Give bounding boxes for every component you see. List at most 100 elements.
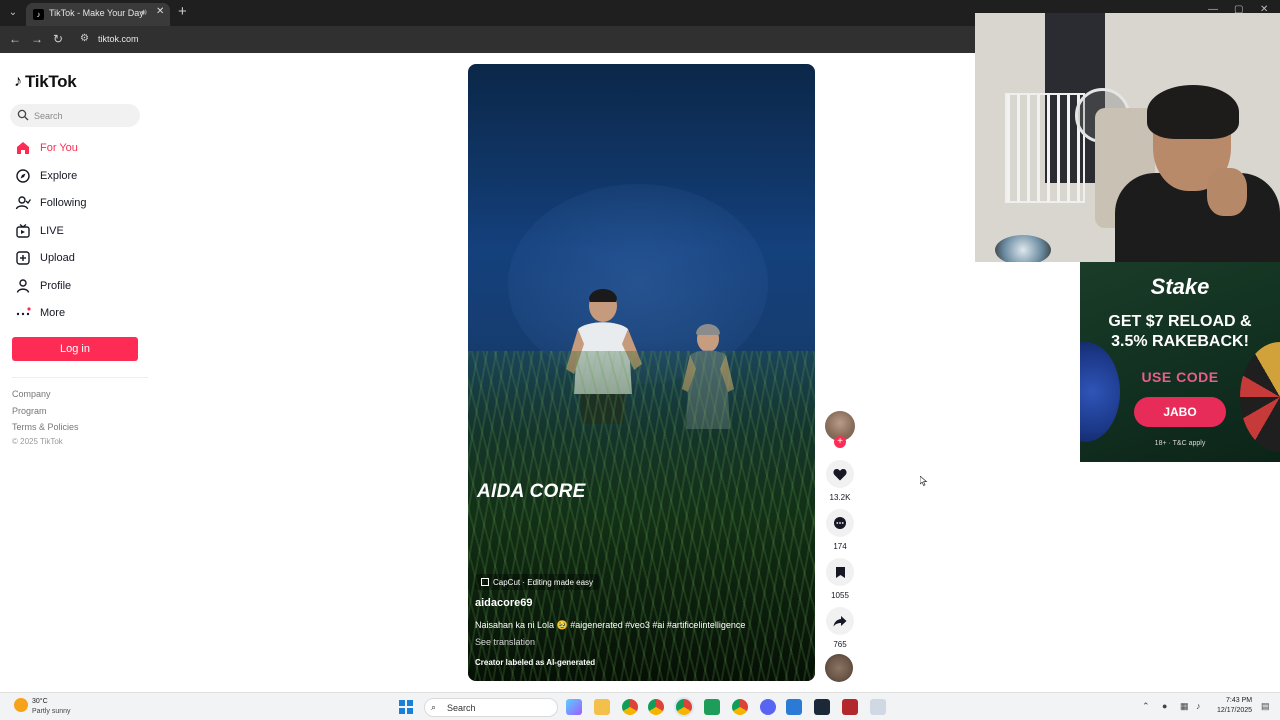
compass-icon xyxy=(14,167,32,185)
network-icon[interactable]: ▦ xyxy=(1180,701,1189,712)
nav-profile[interactable]: Profile xyxy=(14,276,71,296)
comment-count: 174 xyxy=(833,542,847,551)
windows-taskbar: 30°C Partly sunny ⌕ Search ⌃ ● ▦ ♪ 7:43 … xyxy=(0,692,1280,720)
live-icon xyxy=(14,222,32,240)
sidebar-divider xyxy=(12,377,148,378)
webcam-baby-gate xyxy=(1005,93,1085,203)
home-icon xyxy=(14,139,32,157)
footer-terms-link[interactable]: Terms & Policies xyxy=(12,422,79,432)
comment-icon xyxy=(834,517,846,529)
browser-tab-tiktok[interactable]: ♪ TikTok - Make Your Day 🔊︎ ✕ xyxy=(26,3,170,26)
profile-icon xyxy=(14,277,32,295)
nav-upload[interactable]: Upload xyxy=(14,248,75,268)
url-field[interactable]: ⚙︎ tiktok.com xyxy=(74,30,974,49)
tiktok-logo[interactable]: ♪ TikTok xyxy=(14,72,77,92)
video-overlay-title: AIDA CORE xyxy=(477,481,586,502)
weather-temperature: 30°C xyxy=(32,698,48,705)
following-icon xyxy=(14,194,32,212)
share-count: 765 xyxy=(833,640,847,649)
like-count: 13.2K xyxy=(829,493,851,502)
notification-icon[interactable]: ▤ xyxy=(1261,701,1270,712)
steam-icon[interactable] xyxy=(814,699,830,715)
reload-icon[interactable]: ↻ xyxy=(53,32,63,46)
search-icon: ⌕ xyxy=(431,702,437,712)
copyright-text: © 2025 TikTok xyxy=(12,437,63,446)
ad-headline-line2: 3.5% RAKEBACK! xyxy=(1111,333,1249,350)
clock-date[interactable]: 12/17/2025 xyxy=(1217,707,1252,714)
mouse-cursor-icon xyxy=(920,476,928,486)
like-button[interactable] xyxy=(826,460,854,488)
capcut-badge[interactable]: CapCut · Editing made easy xyxy=(475,574,600,590)
video-caption[interactable]: Naisahan ka ni Lola 🥹 #aigenerated #veo3… xyxy=(475,620,745,631)
webcam-overlay xyxy=(975,13,1280,262)
windows-logo-tile xyxy=(399,708,405,714)
webcam-streamer-hair xyxy=(1147,85,1239,139)
nav-explore[interactable]: Explore xyxy=(14,166,77,186)
back-icon[interactable]: ← xyxy=(9,32,21,46)
music-disc-icon[interactable] xyxy=(825,654,853,682)
nav-label: Following xyxy=(40,197,87,209)
weather-sun-icon[interactable] xyxy=(14,698,28,712)
chrome-active-icon[interactable] xyxy=(676,699,692,715)
see-translation-link[interactable]: See translation xyxy=(475,637,535,647)
clock-time[interactable]: 7:43 PM xyxy=(1226,697,1252,704)
nav-label: Upload xyxy=(40,252,75,264)
webcam-ring-light xyxy=(995,235,1051,262)
capcut-icon xyxy=(481,578,489,586)
forward-icon[interactable]: → xyxy=(31,32,43,46)
ad-headline: GET $7 RELOAD & 3.5% RAKEBACK! xyxy=(1080,312,1280,352)
nav-label: Profile xyxy=(40,280,72,292)
nav-following[interactable]: Following xyxy=(14,193,86,213)
chrome-second-profile-icon[interactable] xyxy=(732,699,748,715)
comment-button[interactable] xyxy=(826,509,854,537)
discord-icon[interactable] xyxy=(760,699,776,715)
ad-roulette-graphic xyxy=(1240,342,1280,452)
login-button[interactable]: Log in xyxy=(12,337,138,361)
search-input[interactable] xyxy=(34,108,134,123)
bookmark-icon xyxy=(835,566,845,578)
ad-code-label: USE CODE xyxy=(1141,369,1219,385)
nav-label: LIVE xyxy=(40,225,64,237)
nav-more[interactable]: More xyxy=(14,303,65,323)
windows-logo-tile xyxy=(399,700,405,706)
ad-code-button[interactable]: JABO xyxy=(1134,397,1226,427)
spreadsheet-app-icon[interactable] xyxy=(704,699,720,715)
copilot-icon[interactable] xyxy=(566,699,582,715)
footer-company-link[interactable]: Company xyxy=(12,389,51,399)
video-player[interactable]: AIDA CORE CapCut · Editing made easy aid… xyxy=(468,64,815,681)
microphone-icon[interactable]: ● xyxy=(1162,701,1167,711)
stake-ad[interactable]: Stake GET $7 RELOAD & 3.5% RAKEBACK! USE… xyxy=(1080,262,1280,462)
volume-icon[interactable]: ♪ xyxy=(1196,701,1201,711)
ad-terms: 18+ · T&C apply xyxy=(1154,440,1206,447)
snipping-tool-icon[interactable] xyxy=(870,699,886,715)
video-author-username[interactable]: aidacore69 xyxy=(475,597,532,609)
save-button[interactable] xyxy=(826,558,854,586)
file-explorer-icon[interactable] xyxy=(594,699,610,715)
nav-label: Explore xyxy=(40,170,78,182)
notepad-app-icon[interactable] xyxy=(786,699,802,715)
speaker-icon[interactable]: 🔊︎ xyxy=(141,7,147,18)
share-button[interactable] xyxy=(826,607,854,635)
tab-close-icon[interactable]: ✕ xyxy=(156,6,164,17)
video-grass-foreground xyxy=(468,351,815,681)
ai-generated-label: Creator labeled as AI-generated xyxy=(475,658,596,667)
chrome-icon[interactable] xyxy=(622,699,638,715)
tiktok-note-icon: ♪ xyxy=(14,73,22,90)
windows-logo-tile xyxy=(407,708,413,714)
site-info-icon[interactable]: ⚙︎ xyxy=(80,33,89,44)
nav-live[interactable]: LIVE xyxy=(14,221,64,241)
webcam-streamer-hand xyxy=(1207,168,1247,216)
taskbar-search[interactable]: ⌕ Search xyxy=(424,698,558,717)
nav-for-you[interactable]: For You xyxy=(14,138,78,158)
new-tab-button[interactable]: + xyxy=(178,3,187,20)
follow-plus-icon[interactable]: + xyxy=(834,436,846,448)
game-app-icon[interactable] xyxy=(842,699,858,715)
tray-overflow-icon[interactable]: ⌃ xyxy=(1142,701,1150,712)
chrome-profile-icon[interactable] xyxy=(648,699,664,715)
footer-program-link[interactable]: Program xyxy=(12,406,47,416)
nav-label: For You xyxy=(40,142,78,154)
ad-brand-logo: Stake xyxy=(1150,274,1210,299)
search-box[interactable] xyxy=(10,104,140,127)
start-button[interactable] xyxy=(399,700,413,714)
tab-search-icon[interactable]: ⌄ xyxy=(5,6,21,20)
